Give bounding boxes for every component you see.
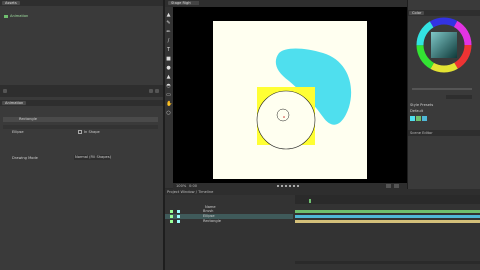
zoom-out-button[interactable] — [394, 184, 399, 188]
layer-name: Rectangle — [203, 219, 221, 223]
time-readout: 0:00 — [189, 184, 198, 188]
ellipse-handle-dot — [283, 116, 285, 118]
assets-item-label: Animation — [10, 14, 29, 18]
eye-icon[interactable] — [170, 215, 173, 218]
stage-canvas[interactable] — [173, 7, 407, 183]
in-shape-label: In Shape — [84, 130, 100, 134]
in-shape-checkbox[interactable] — [78, 130, 82, 134]
loop-button[interactable] — [297, 185, 299, 187]
layer-row[interactable]: Rectangle — [165, 219, 293, 224]
drawing-mode-select[interactable]: Normal (Fill Shapes) — [74, 155, 112, 160]
timeline-panel: Project Window / Timeline Name Brush Ell… — [165, 189, 480, 270]
color-panel: Color Style Presets Default Scene Editor — [408, 0, 480, 189]
zoom-level[interactable]: 100% — [176, 184, 186, 188]
eye-icon[interactable] — [170, 210, 173, 213]
eyedropper-icon[interactable]: ◓ — [166, 84, 171, 89]
ellipse-icon[interactable]: ● — [166, 66, 171, 71]
animation-panel: Animation Rectangle In Shape Ellipse Dra… — [0, 97, 163, 270]
eraser-icon[interactable]: ▭ — [166, 93, 171, 98]
color-wheel[interactable] — [408, 16, 480, 74]
pen-icon[interactable]: ✏ — [166, 30, 171, 35]
text-icon[interactable]: T — [166, 48, 171, 53]
zoom-in-button[interactable] — [386, 184, 391, 188]
select-icon[interactable]: ▲ — [166, 13, 171, 18]
tools-panel: ▲ ✎ ✏ / T ■ ● ▲ ◓ ▭ ✋ ○ — [165, 7, 173, 188]
playhead-icon[interactable] — [309, 199, 311, 203]
assets-header: Assets — [0, 0, 163, 6]
timeline-tracks[interactable] — [295, 209, 480, 227]
assets-item[interactable]: Animation — [4, 14, 44, 19]
layer-selector-label: Rectangle — [19, 117, 37, 121]
layer-name: Brush — [203, 209, 214, 213]
track-bar[interactable] — [295, 210, 480, 213]
layer-selector[interactable]: Rectangle — [3, 117, 158, 122]
swatch-blue[interactable] — [422, 116, 427, 121]
lock-icon[interactable] — [177, 210, 180, 213]
track-bar[interactable] — [295, 215, 480, 218]
hex-field[interactable] — [446, 95, 472, 99]
tab-assets[interactable]: Assets — [2, 1, 20, 5]
timeline-ruler[interactable] — [295, 195, 480, 204]
column-header — [3, 125, 158, 129]
tab-color[interactable]: Color — [409, 11, 425, 15]
style-presets-label: Style Presets — [410, 103, 434, 107]
timeline-scrollbar[interactable] — [295, 261, 480, 264]
in-shape-row[interactable]: In Shape — [78, 130, 108, 135]
folder-icon — [4, 15, 8, 18]
lock-icon[interactable] — [177, 220, 180, 223]
layer-name: Ellipse — [203, 214, 215, 218]
drawing-mode-label: Drawing Mode — [12, 156, 38, 160]
scene-editor-header: Scene Editor — [408, 130, 480, 136]
ellipse-sub-label: Ellipse — [12, 130, 24, 134]
tab-animation[interactable]: Animation — [2, 101, 27, 105]
pencil-icon[interactable]: / — [166, 39, 171, 44]
layer-list: Brush Ellipse Rectangle — [165, 209, 293, 227]
stage-header: Stage Right — [165, 0, 407, 7]
layers-toolbar — [0, 85, 163, 97]
hue-slider[interactable] — [412, 88, 472, 90]
track-bar[interactable] — [295, 220, 480, 223]
swatch-cyan[interactable] — [410, 116, 415, 121]
layer-options-icon[interactable] — [155, 89, 159, 93]
prev-frame-button[interactable] — [281, 185, 283, 187]
brush-icon[interactable]: ✎ — [166, 21, 171, 26]
swatch-green[interactable] — [416, 116, 421, 121]
play-button[interactable] — [285, 185, 287, 187]
stage-tab-close-icon[interactable] — [191, 1, 199, 5]
tab-scene-editor[interactable]: Scene Editor — [410, 131, 433, 135]
style-presets-value[interactable]: Default — [410, 109, 423, 113]
forward-button[interactable] — [293, 185, 295, 187]
hand-icon[interactable]: ✋ — [166, 102, 172, 107]
new-layer-icon[interactable] — [3, 89, 7, 93]
rect-icon[interactable]: ■ — [166, 57, 171, 62]
eye-icon[interactable] — [170, 220, 173, 223]
rewind-button[interactable] — [277, 185, 279, 187]
zoom-icon[interactable]: ○ — [166, 111, 171, 116]
assets-panel: Assets Animation — [0, 0, 163, 85]
animation-header: Animation — [0, 100, 163, 106]
drawing-mode-value: Normal (Fill Shapes) — [75, 155, 112, 159]
fill-icon[interactable]: ▲ — [166, 75, 171, 80]
next-frame-button[interactable] — [289, 185, 291, 187]
stage-area[interactable] — [173, 7, 407, 183]
lock-icon[interactable] — [177, 215, 180, 218]
delete-layer-icon[interactable] — [149, 89, 153, 93]
tab-timeline[interactable]: Project Window / Timeline — [167, 190, 213, 194]
